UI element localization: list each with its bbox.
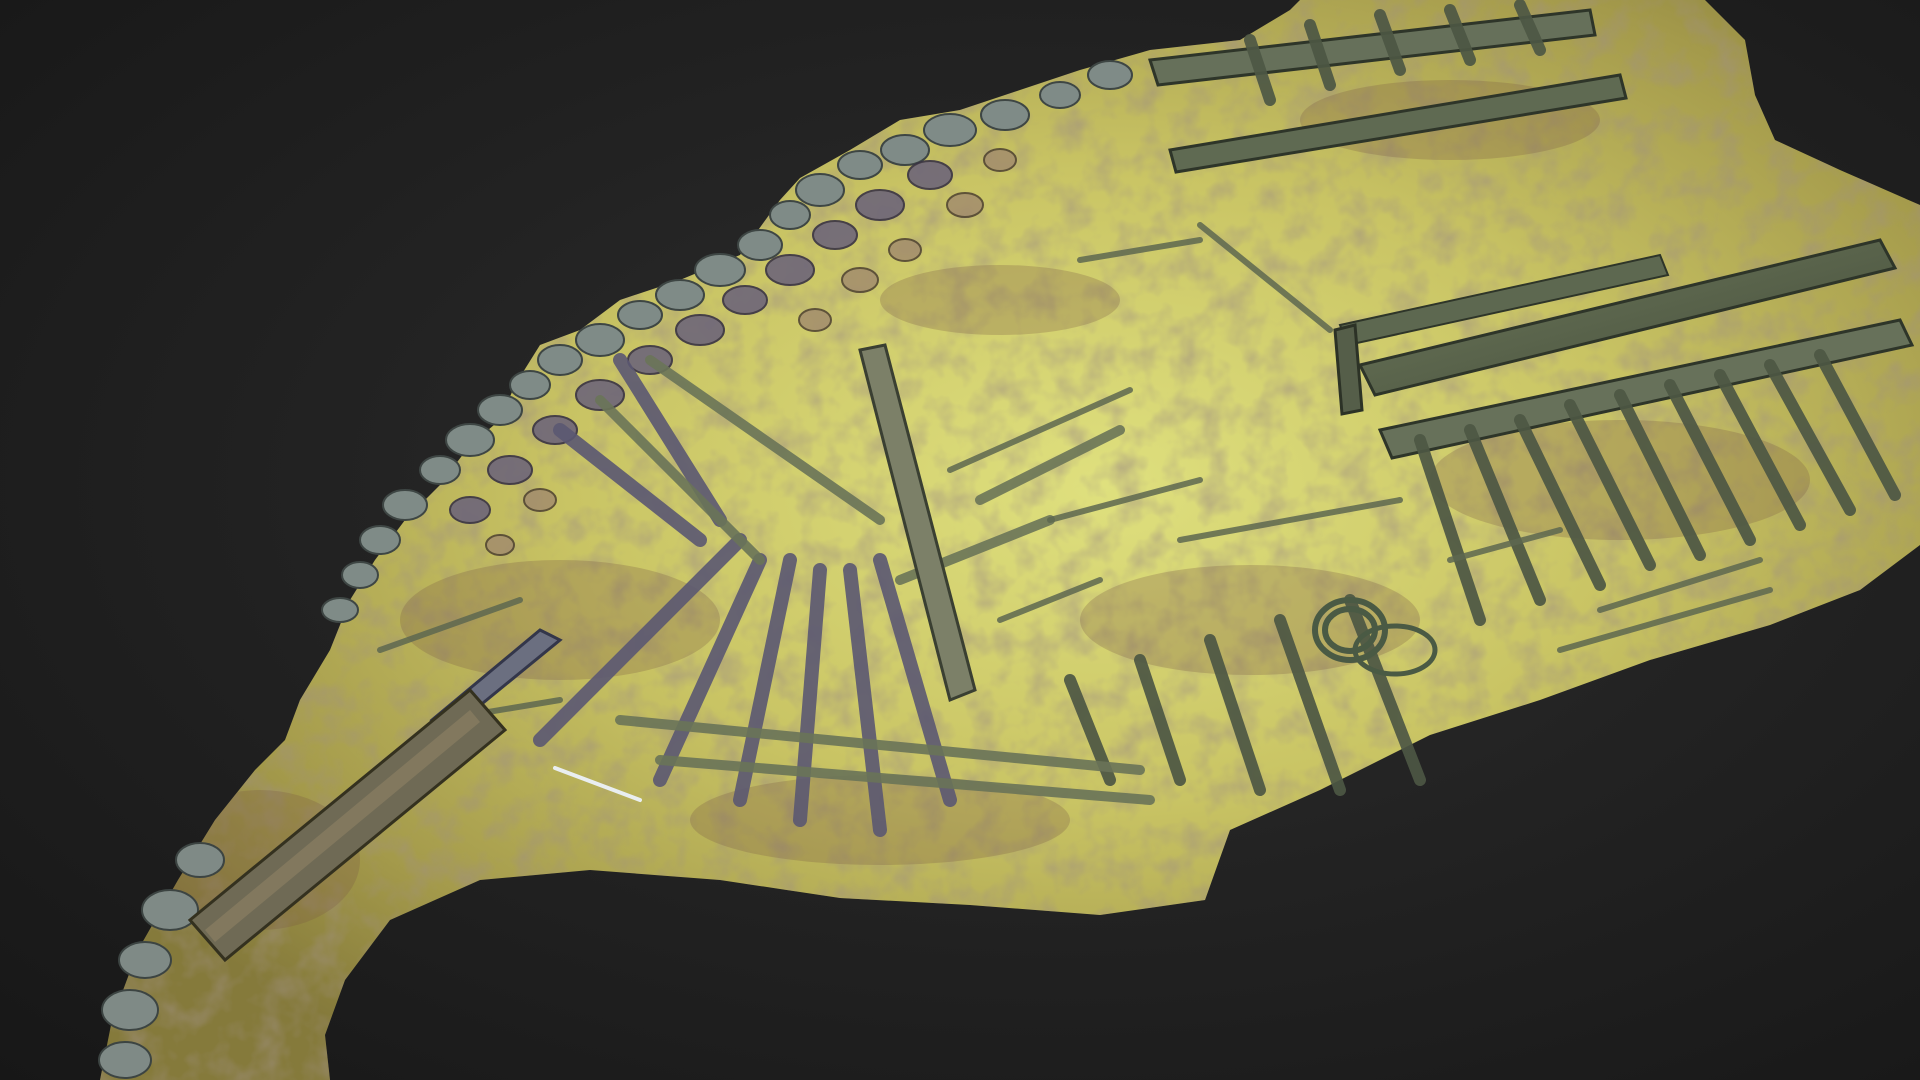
shipwreck-model[interactable] <box>0 0 1920 1080</box>
model-viewport[interactable] <box>0 0 1920 1080</box>
